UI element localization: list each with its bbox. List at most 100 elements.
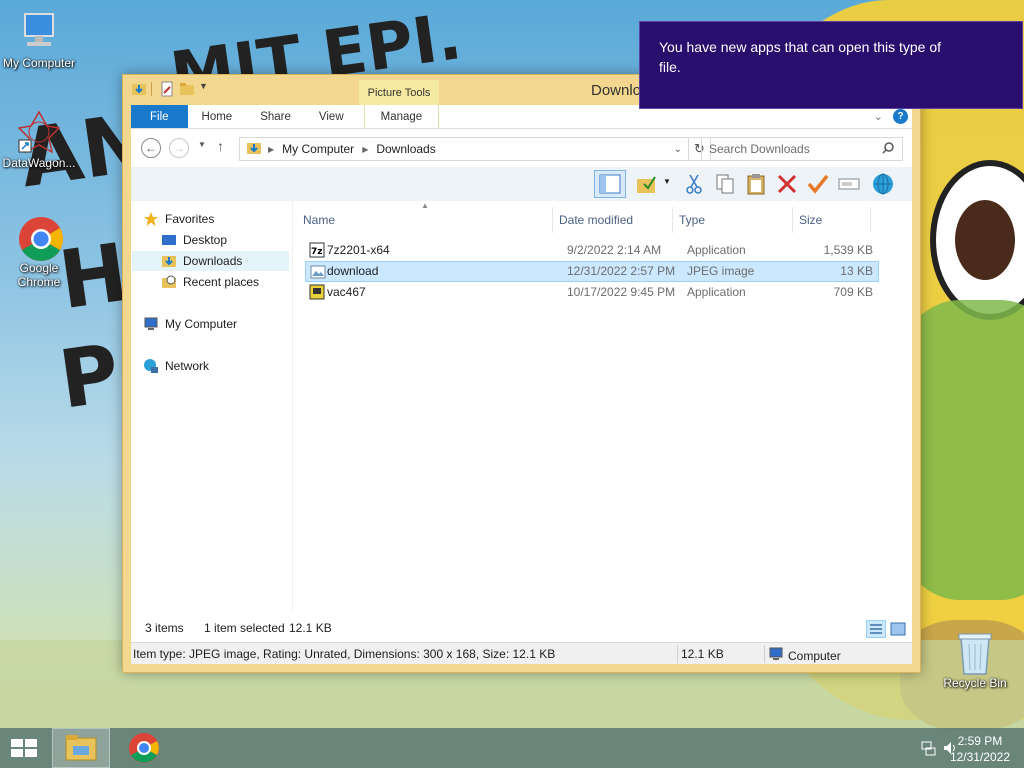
expand-ribbon-icon[interactable]: ⌄ — [874, 110, 883, 123]
chevron-down-icon[interactable]: ▼ — [199, 81, 215, 97]
status-bar: 3 items 1 item selected 12.1 KB — [131, 612, 912, 642]
recent-locations-icon[interactable]: ▼ — [198, 140, 206, 149]
window-title: Downlo — [591, 82, 642, 99]
properties-icon[interactable] — [159, 81, 175, 97]
details-view-button[interactable] — [866, 620, 886, 638]
installer-app-icon — [309, 284, 325, 300]
image-file-icon — [310, 264, 326, 280]
picture-tools-contextual-tab: Picture Tools — [359, 80, 439, 108]
computer-icon — [768, 647, 784, 664]
new-apps-notification[interactable]: You have new apps that can open this typ… — [639, 21, 1023, 109]
taskbar-chrome[interactable] — [116, 728, 172, 768]
breadcrumb-my-computer[interactable]: My Computer — [282, 142, 354, 156]
nav-item-network[interactable]: Network — [143, 356, 209, 376]
file-name: vac467 — [327, 285, 366, 299]
chevron-right-icon: ▶ — [268, 144, 275, 154]
downloads-folder-icon — [161, 253, 177, 269]
quick-access-toolbar: ▼ — [131, 81, 215, 97]
table-row-selected[interactable]: download 12/31/2022 2:57 PM JPEG image 1… — [305, 261, 879, 282]
paste-icon[interactable] — [744, 172, 768, 196]
desktop-icon-label: DataWagon... — [2, 156, 76, 170]
forward-button[interactable]: → — [169, 138, 189, 158]
explorer-window[interactable]: ▼ Picture Tools Downlo File Home Share V… — [122, 74, 921, 673]
back-button[interactable]: ← — [141, 138, 161, 158]
file-size: 1,539 KB — [823, 243, 873, 257]
tab-file[interactable]: File — [131, 105, 188, 128]
network-tray-icon[interactable] — [920, 740, 936, 759]
globe-icon[interactable] — [871, 172, 895, 196]
tab-home[interactable]: Home — [188, 105, 247, 128]
file-list: ▲ Name Date modified Type Size 7z 7z2201… — [297, 201, 912, 612]
desktop-icon-label: My Computer — [2, 56, 76, 70]
nav-item-downloads[interactable]: Downloads — [132, 251, 289, 271]
column-header-type[interactable]: Type — [673, 207, 793, 233]
up-arrow-icon[interactable]: ↑ — [217, 138, 224, 154]
column-header-size[interactable]: Size — [793, 207, 871, 233]
divider — [677, 645, 678, 663]
file-name: 7z2201-x64 — [327, 243, 390, 257]
folder-options-icon[interactable] — [635, 172, 659, 196]
file-explorer-icon — [65, 735, 97, 761]
cut-icon[interactable] — [682, 172, 706, 196]
search-input[interactable]: Search Downloads — [701, 137, 903, 161]
downloads-folder-icon — [246, 140, 262, 159]
chevron-down-icon[interactable]: ⌄ — [674, 144, 682, 155]
details-location: Computer — [768, 647, 841, 664]
desktop-icon-label: Google Chrome — [17, 261, 61, 289]
file-date: 10/17/2022 9:45 PM — [567, 285, 676, 299]
desktop-icon-chrome[interactable]: Google Chrome — [0, 215, 78, 289]
rename-icon[interactable] — [837, 172, 861, 196]
nav-item-desktop[interactable]: Desktop — [161, 230, 227, 250]
search-icon — [882, 142, 894, 157]
delete-icon[interactable] — [775, 172, 799, 196]
ribbon-controls: ⌄ ? — [874, 109, 908, 124]
navigation-pane: Favorites Desktop Downloads Recent place… — [131, 201, 293, 612]
items-count: 3 items — [145, 621, 184, 635]
help-icon[interactable]: ? — [893, 109, 908, 124]
recycle-bin-icon — [953, 630, 997, 675]
explorer-content: ← → ▼ ↑ ▶ My Computer ▶ Downloads ⌄ ↻ Se… — [131, 129, 912, 642]
file-type: JPEG image — [687, 264, 755, 278]
downloads-folder-icon[interactable] — [131, 81, 147, 97]
file-type: Application — [687, 243, 746, 257]
large-icons-view-button[interactable] — [888, 620, 908, 638]
taskbar: 2:59 PM 12/31/2022 — [0, 728, 1024, 768]
details-bar: Item type: JPEG image, Rating: Unrated, … — [131, 642, 912, 664]
notification-message: You have new apps that can open this typ… — [659, 39, 942, 75]
tab-manage[interactable]: Manage — [363, 105, 440, 128]
command-toolbar: ▼ — [131, 167, 912, 201]
table-row[interactable]: vac467 10/17/2022 9:45 PM Application 70… — [305, 282, 879, 303]
tab-view[interactable]: View — [305, 105, 358, 128]
computer-icon — [17, 10, 61, 54]
file-type: Application — [687, 285, 746, 299]
file-date: 12/31/2022 2:57 PM — [567, 264, 676, 278]
desktop-icon-recycle-bin[interactable]: Recycle Bin — [936, 630, 1014, 690]
start-button[interactable] — [0, 728, 48, 768]
search-placeholder: Search Downloads — [709, 142, 810, 156]
table-row[interactable]: 7z 7z2201-x64 9/2/2022 2:14 AM Applicati… — [305, 240, 879, 261]
7zip-app-icon: 7z — [309, 242, 325, 258]
system-clock[interactable]: 2:59 PM 12/31/2022 — [950, 733, 1010, 765]
column-header-date[interactable]: Date modified — [553, 207, 673, 233]
checkmark-icon[interactable] — [806, 172, 830, 196]
nav-item-recent-places[interactable]: Recent places — [161, 272, 259, 292]
breadcrumb-downloads[interactable]: Downloads — [376, 142, 435, 156]
computer-icon — [143, 316, 159, 332]
nav-item-my-computer[interactable]: My Computer — [143, 314, 237, 334]
tab-share[interactable]: Share — [246, 105, 305, 128]
star-icon — [143, 211, 159, 227]
divider — [764, 645, 765, 663]
desktop-icon-my-computer[interactable]: My Computer — [0, 10, 78, 70]
file-date: 9/2/2022 2:14 AM — [567, 243, 662, 257]
network-icon — [143, 358, 159, 374]
windows-logo-icon — [11, 739, 37, 757]
preview-pane-button[interactable] — [594, 170, 626, 198]
taskbar-file-explorer[interactable] — [52, 728, 110, 768]
desktop-icon-datawagon[interactable]: DataWagon... — [0, 110, 78, 170]
column-header-name[interactable]: Name — [297, 207, 553, 233]
address-bar[interactable]: ▶ My Computer ▶ Downloads ⌄ — [239, 137, 689, 161]
new-folder-icon[interactable] — [179, 81, 195, 97]
nav-item-favorites[interactable]: Favorites — [143, 209, 214, 229]
chrome-icon — [17, 215, 63, 261]
copy-icon[interactable] — [713, 172, 737, 196]
